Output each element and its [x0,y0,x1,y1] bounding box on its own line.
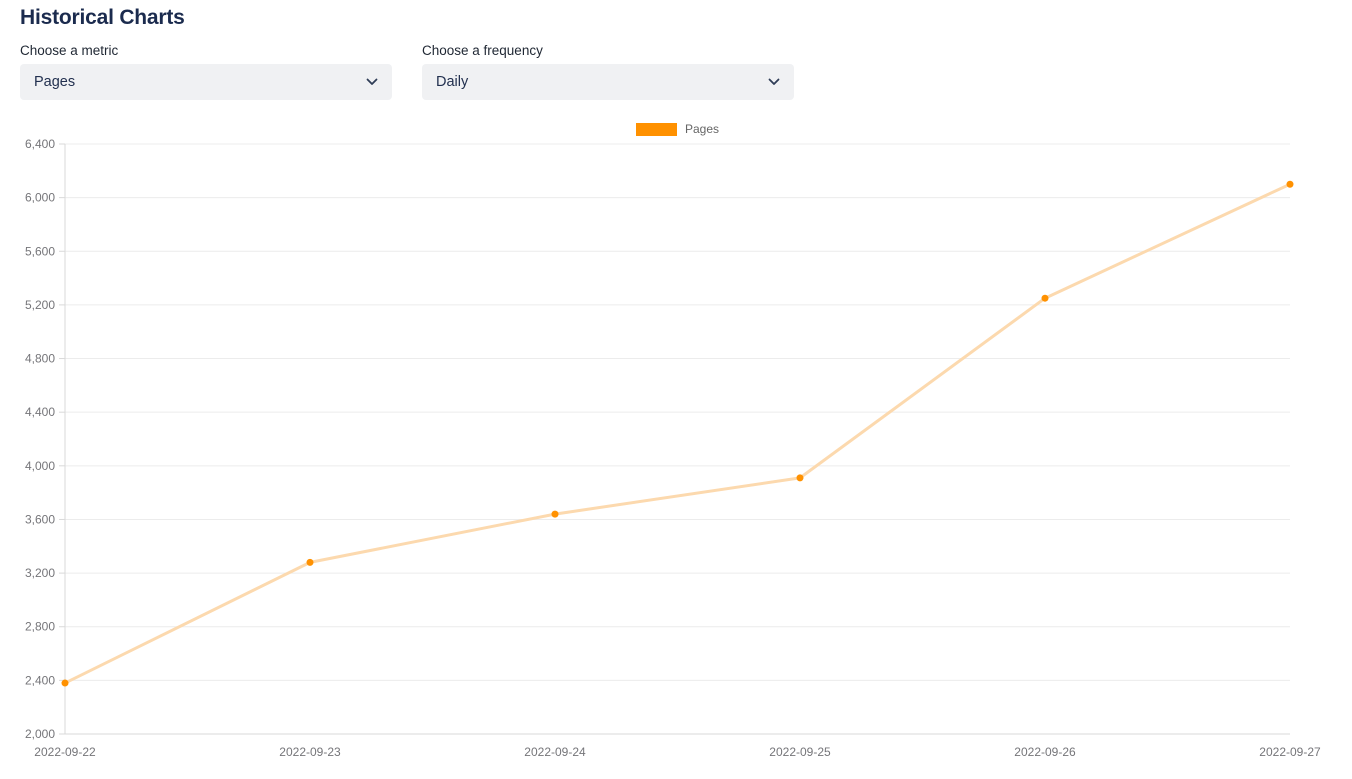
svg-text:2,000: 2,000 [25,727,55,741]
frequency-label: Choose a frequency [422,43,794,59]
metric-label: Choose a metric [20,43,392,59]
chevron-down-icon [768,78,780,86]
frequency-select[interactable]: Daily [422,64,794,100]
line-chart: 2,000 2,400 2,800 3,200 3,600 4,000 4,400 4,800… [0,116,1352,779]
svg-text:5,600: 5,600 [25,244,55,258]
svg-text:4,400: 4,400 [25,405,55,419]
data-point[interactable] [552,511,559,518]
svg-text:6,000: 6,000 [25,191,55,205]
metric-selected-value: Pages [34,74,75,90]
frequency-selected-value: Daily [436,74,468,90]
data-point[interactable] [797,474,804,481]
filter-controls: Choose a metric Pages Choose a frequency… [20,43,1352,100]
svg-text:2022-09-24: 2022-09-24 [524,745,586,759]
svg-text:2022-09-23: 2022-09-23 [279,745,341,759]
svg-text:5,200: 5,200 [25,298,55,312]
chart-legend: Pages [65,122,1290,136]
svg-text:6,400: 6,400 [25,137,55,151]
data-point[interactable] [307,559,314,566]
chevron-down-icon [366,78,378,86]
data-point[interactable] [1042,295,1049,302]
data-point[interactable] [1287,181,1294,188]
svg-text:3,200: 3,200 [25,566,55,580]
svg-text:4,800: 4,800 [25,352,55,366]
historical-chart: Pages 2,000 2,400 2,800 3,200 3,600 4,000 4,40… [0,116,1352,779]
legend-swatch-icon [636,123,677,136]
svg-text:2022-09-22: 2022-09-22 [34,745,96,759]
svg-text:2,400: 2,400 [25,673,55,687]
legend-label: Pages [685,122,719,136]
svg-text:2022-09-25: 2022-09-25 [769,745,831,759]
metric-select[interactable]: Pages [20,64,392,100]
svg-text:2022-09-27: 2022-09-27 [1259,745,1321,759]
svg-text:2,800: 2,800 [25,620,55,634]
svg-text:2022-09-26: 2022-09-26 [1014,745,1076,759]
svg-text:4,000: 4,000 [25,459,55,473]
data-point[interactable] [62,680,69,687]
metric-control-group: Choose a metric Pages [20,43,392,100]
legend-item-pages[interactable]: Pages [636,122,719,136]
svg-text:3,600: 3,600 [25,512,55,526]
page-title: Historical Charts [20,6,1352,30]
frequency-control-group: Choose a frequency Daily [422,43,794,100]
